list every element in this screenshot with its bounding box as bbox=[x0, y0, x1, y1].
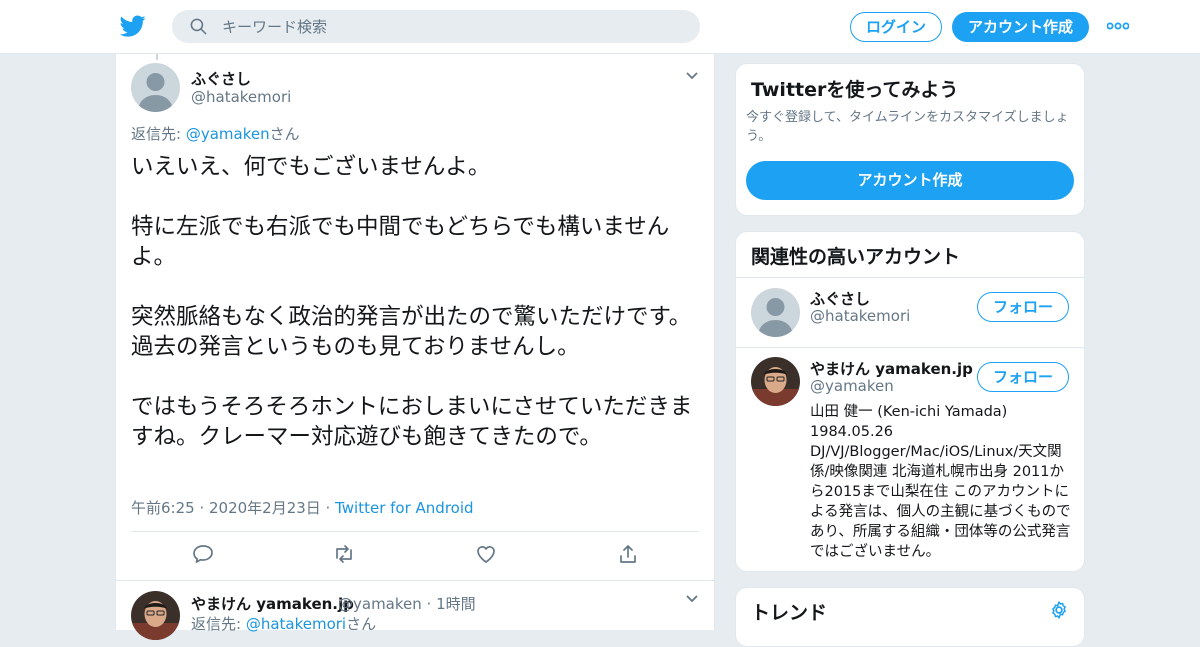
tweet-line: 過去の発言というものも見ておりませんし。 bbox=[131, 334, 580, 360]
account-bio: 山田 健一 (Ken-ichi Yamada) 1984.05.26 DJ/VJ… bbox=[810, 404, 1071, 560]
tweet-separator bbox=[116, 580, 714, 581]
thread-connector-line bbox=[156, 54, 158, 60]
card-title: Twitterを使ってみよう bbox=[751, 79, 959, 101]
login-button[interactable]: ログイン bbox=[850, 12, 942, 42]
reply-avatar[interactable] bbox=[131, 591, 180, 640]
profile-photo-icon bbox=[751, 357, 800, 406]
reply-mention-link[interactable]: @hatakemori bbox=[246, 615, 346, 633]
reply-prefix: 返信先: bbox=[191, 615, 246, 633]
trends-card: トレンド bbox=[735, 587, 1085, 647]
gear-icon[interactable] bbox=[1049, 600, 1069, 620]
reply-context: 返信先: @yamakenさん bbox=[131, 123, 300, 144]
tweet-author-name[interactable]: ふぐさし bbox=[191, 68, 251, 89]
chevron-down-icon[interactable] bbox=[685, 594, 699, 604]
signup-button[interactable]: アカウント作成 bbox=[952, 12, 1089, 42]
tweet-line bbox=[131, 272, 706, 302]
profile-photo-icon bbox=[131, 591, 180, 640]
reply-icon[interactable] bbox=[191, 542, 215, 566]
default-avatar-icon bbox=[131, 63, 180, 112]
tweet-author-handle[interactable]: @hatakemori bbox=[191, 88, 291, 106]
divider bbox=[131, 531, 699, 532]
reply-prefix: 返信先: bbox=[131, 125, 186, 143]
tweet-line: 特に左派でも右派でも中間でもどちらでも構いませんよ。 bbox=[131, 214, 670, 270]
tweet-text: いえいえ、何でもございませんよ。 特に左派でも右派でも中間でもどちらでも構いませ… bbox=[131, 152, 706, 452]
tweet-line: いえいえ、何でもございませんよ。 bbox=[131, 154, 491, 180]
reply-suffix: さん bbox=[346, 615, 377, 633]
tweet-line bbox=[131, 362, 706, 392]
reply-suffix: さん bbox=[269, 125, 300, 143]
card-description: 今すぐ登録して、タイムラインをカスタマイズしましょう。 bbox=[746, 110, 1069, 144]
try-twitter-card: Twitterを使ってみよう 今すぐ登録して、タイムラインをカスタマイズしましょ… bbox=[735, 63, 1085, 216]
card-signup-button[interactable]: アカウント作成 bbox=[746, 161, 1074, 200]
search-input[interactable] bbox=[222, 10, 682, 43]
account-name[interactable]: ふぐさし bbox=[810, 288, 870, 309]
account-row[interactable]: ふぐさし @hatakemori フォロー bbox=[736, 278, 1084, 347]
follow-button[interactable]: フォロー bbox=[977, 292, 1069, 322]
account-handle[interactable]: @hatakemori bbox=[810, 307, 910, 325]
card-title: トレンド bbox=[751, 602, 828, 624]
reply-context: 返信先: @hatakemoriさん bbox=[191, 613, 376, 634]
like-heart-icon[interactable] bbox=[474, 542, 498, 566]
reply-author-meta[interactable]: @yamaken · 1時間 bbox=[338, 593, 476, 614]
share-icon[interactable] bbox=[616, 542, 640, 566]
account-row[interactable]: やまけん yamaken.jp @yamaken フォロー 山田 健一 (Ken… bbox=[736, 348, 1084, 571]
chevron-down-icon[interactable] bbox=[685, 71, 699, 81]
account-handle[interactable]: @yamaken bbox=[810, 377, 894, 395]
reply-mention-link[interactable]: @yamaken bbox=[186, 125, 270, 143]
reply-time[interactable]: · 1時間 bbox=[422, 595, 476, 613]
account-name[interactable]: やまけん yamaken.jp bbox=[810, 358, 973, 379]
twitter-bird-logo-icon[interactable] bbox=[119, 13, 147, 39]
more-options-icon[interactable] bbox=[1107, 22, 1129, 30]
avatar[interactable] bbox=[131, 63, 180, 112]
card-title: 関連性の高いアカウント bbox=[751, 246, 961, 268]
avatar[interactable] bbox=[751, 288, 800, 337]
reply-author-handle[interactable]: @yamaken bbox=[338, 595, 422, 613]
tweet-column: ふぐさし @hatakemori 返信先: @yamakenさん いえいえ、何で… bbox=[115, 54, 715, 640]
search-box[interactable] bbox=[172, 10, 700, 43]
avatar[interactable] bbox=[751, 357, 800, 406]
tweet-line bbox=[131, 182, 706, 212]
reply-author-name[interactable]: やまけん yamaken.jp bbox=[191, 593, 354, 614]
tweet-metadata: 午前6:25 · 2020年2月23日 · Twitter for Androi… bbox=[131, 497, 474, 518]
retweet-icon[interactable] bbox=[332, 542, 356, 566]
follow-button[interactable]: フォロー bbox=[977, 362, 1069, 392]
tweet-timestamp[interactable]: 午前6:25 · 2020年2月23日 · bbox=[131, 499, 335, 517]
search-icon bbox=[190, 18, 207, 35]
default-avatar-icon bbox=[751, 288, 800, 337]
tweet-line: ではもうそろそろホントにおしまいにさせていただきますね。クレーマー対応遊びも飽き… bbox=[131, 394, 693, 450]
related-accounts-card: 関連性の高いアカウント ふぐさし @hatakemori フォロー やまけん y… bbox=[735, 231, 1085, 572]
tweet-source-link[interactable]: Twitter for Android bbox=[335, 499, 473, 517]
tweet-line: 突然脈絡もなく政治的発言が出たので驚いただけです。 bbox=[131, 304, 692, 330]
top-navigation-bar: ログイン アカウント作成 bbox=[0, 0, 1200, 54]
